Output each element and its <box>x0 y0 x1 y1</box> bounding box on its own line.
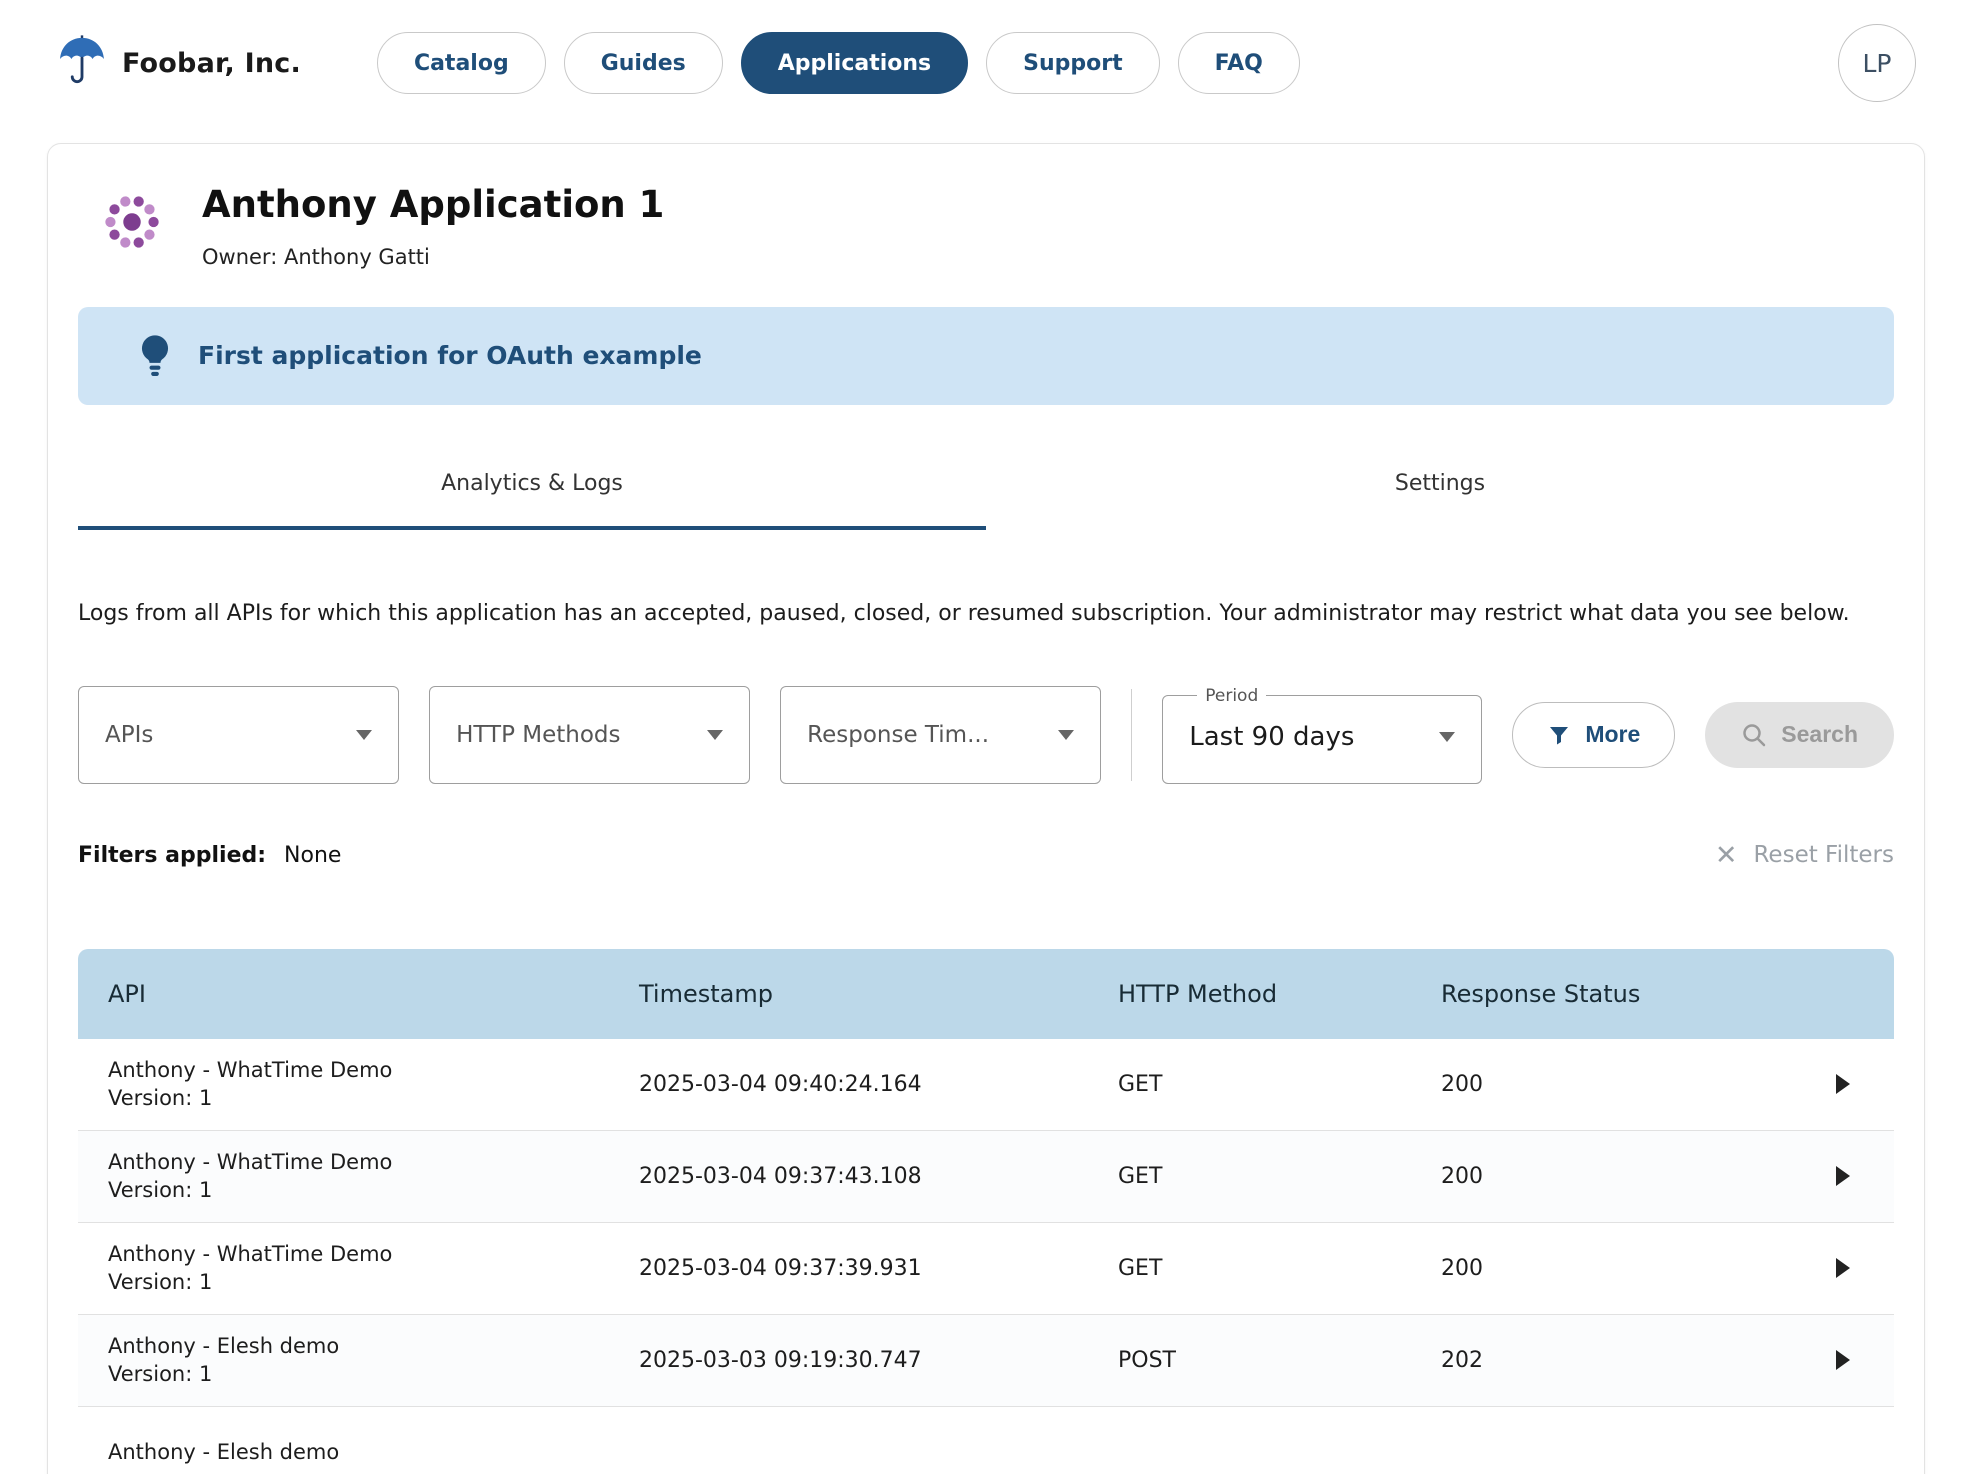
close-icon: ✕ <box>1714 839 1738 871</box>
chevron-right-icon[interactable] <box>1836 1074 1850 1095</box>
log-status: 202 <box>1441 1347 1483 1373</box>
more-filters-button[interactable]: More <box>1512 701 1676 768</box>
api-name: Anthony - WhatTime Demo <box>108 1149 393 1174</box>
app-title-block: Anthony Application 1 Owner: Anthony Gat… <box>202 183 665 269</box>
chevron-down-icon <box>1439 732 1456 743</box>
table-row[interactable]: Anthony - WhatTime Demo Version: 1 2025-… <box>78 1222 1894 1315</box>
page-title: Anthony Application 1 <box>202 183 665 226</box>
apis-select-label: APIs <box>105 721 154 748</box>
log-method: GET <box>1118 1071 1163 1097</box>
response-time-select[interactable]: Response Tim... <box>780 685 1102 784</box>
api-name: Anthony - Elesh demo <box>108 1333 340 1358</box>
tab-settings[interactable]: Settings <box>986 453 1894 530</box>
reset-filters-button[interactable]: ✕ Reset Filters <box>1715 842 1894 869</box>
banner-text: First application for OAuth example <box>198 341 702 371</box>
api-version: Version: 1 <box>108 1362 213 1387</box>
lightbulb-icon <box>141 334 169 376</box>
nav-pills: Catalog Guides Applications Support FAQ <box>376 32 1300 94</box>
nav-item-support[interactable]: Support <box>986 32 1160 94</box>
table-row[interactable]: Anthony - WhatTime Demo Version: 1 2025-… <box>78 1130 1894 1223</box>
api-version: Version: 1 <box>108 1270 213 1295</box>
apis-select[interactable]: APIs <box>78 685 400 784</box>
api-name: Anthony - WhatTime Demo <box>108 1057 393 1082</box>
http-methods-select[interactable]: HTTP Methods <box>429 685 751 784</box>
http-methods-select-label: HTTP Methods <box>456 721 621 748</box>
nav-item-faq[interactable]: FAQ <box>1177 32 1300 94</box>
more-button-label: More <box>1585 721 1641 748</box>
search-button-label: Search <box>1781 721 1858 748</box>
table-header: API Timestamp HTTP Method Response Statu… <box>78 948 1894 1039</box>
chevron-right-icon[interactable] <box>1836 1258 1850 1279</box>
brand-name: Foobar, Inc. <box>122 47 301 79</box>
table-row[interactable]: Anthony - Elesh demo Version: 1 2025-03-… <box>78 1314 1894 1407</box>
log-method: GET <box>1118 1163 1163 1189</box>
nav-item-catalog[interactable]: Catalog <box>376 32 546 94</box>
app-owner: Owner: Anthony Gatti <box>202 244 430 269</box>
log-timestamp: 2025-03-04 09:40:24.164 <box>639 1071 922 1097</box>
period-select[interactable]: Period Last 90 days <box>1162 685 1483 784</box>
filters-divider <box>1131 688 1133 781</box>
chevron-down-icon <box>1058 729 1075 740</box>
column-header-timestamp: Timestamp <box>639 979 773 1008</box>
tabs: Analytics & Logs Settings <box>78 453 1894 530</box>
column-header-method: HTTP Method <box>1118 979 1278 1008</box>
info-banner: First application for OAuth example <box>78 306 1894 405</box>
umbrella-icon <box>60 35 104 84</box>
log-status: 200 <box>1441 1071 1483 1097</box>
log-method: GET <box>1118 1255 1163 1281</box>
chevron-right-icon[interactable] <box>1836 1166 1850 1187</box>
nav-item-guides[interactable]: Guides <box>563 32 723 94</box>
app-header: Anthony Application 1 Owner: Anthony Gat… <box>78 183 1894 269</box>
log-method: POST <box>1118 1347 1176 1373</box>
top-nav: Foobar, Inc. Catalog Guides Applications… <box>0 0 1972 126</box>
chevron-down-icon <box>356 729 373 740</box>
log-timestamp: 2025-03-03 09:19:30.747 <box>639 1347 922 1373</box>
table-row[interactable]: Anthony - WhatTime Demo Version: 1 2025-… <box>78 1038 1894 1131</box>
api-name: Anthony - Elesh demo <box>108 1440 340 1465</box>
column-header-status: Response Status <box>1441 979 1641 1008</box>
app-dots-icon <box>105 196 159 248</box>
filters-applied-value: None <box>284 842 342 868</box>
log-timestamp: 2025-03-04 09:37:43.108 <box>639 1163 922 1189</box>
api-version: Version: 1 <box>108 1086 213 1111</box>
logs-description: Logs from all APIs for which this applic… <box>78 600 1850 626</box>
logs-table: API Timestamp HTTP Method Response Statu… <box>78 948 1894 1474</box>
search-icon <box>1743 723 1766 746</box>
nav-item-applications[interactable]: Applications <box>740 32 969 94</box>
chevron-right-icon[interactable] <box>1836 1350 1850 1371</box>
api-name: Anthony - WhatTime Demo <box>108 1241 393 1266</box>
log-status: 200 <box>1441 1255 1483 1281</box>
column-header-api: API <box>108 979 146 1008</box>
filter-funnel-icon <box>1550 726 1569 745</box>
filters-row: APIs HTTP Methods Response Tim... Period… <box>78 685 1894 784</box>
applied-filters-row: Filters applied: None ✕ Reset Filters <box>78 842 1894 869</box>
table-row[interactable]: Anthony - Elesh demo <box>78 1406 1894 1474</box>
filters-applied-label: Filters applied: <box>78 842 267 868</box>
log-status: 200 <box>1441 1163 1483 1189</box>
response-time-select-label: Response Tim... <box>807 721 989 748</box>
api-version: Version: 1 <box>108 1178 213 1203</box>
reset-filters-label: Reset Filters <box>1753 842 1894 869</box>
period-value: Last 90 days <box>1189 722 1355 753</box>
tab-analytics-logs[interactable]: Analytics & Logs <box>78 453 986 530</box>
brand[interactable]: Foobar, Inc. <box>56 34 301 92</box>
period-label: Period <box>1205 685 1259 706</box>
user-avatar[interactable]: LP <box>1838 24 1916 102</box>
chevron-down-icon <box>707 729 724 740</box>
search-button[interactable]: Search <box>1705 701 1894 768</box>
application-card: Anthony Application 1 Owner: Anthony Gat… <box>47 143 1925 1474</box>
log-timestamp: 2025-03-04 09:37:39.931 <box>639 1255 922 1281</box>
